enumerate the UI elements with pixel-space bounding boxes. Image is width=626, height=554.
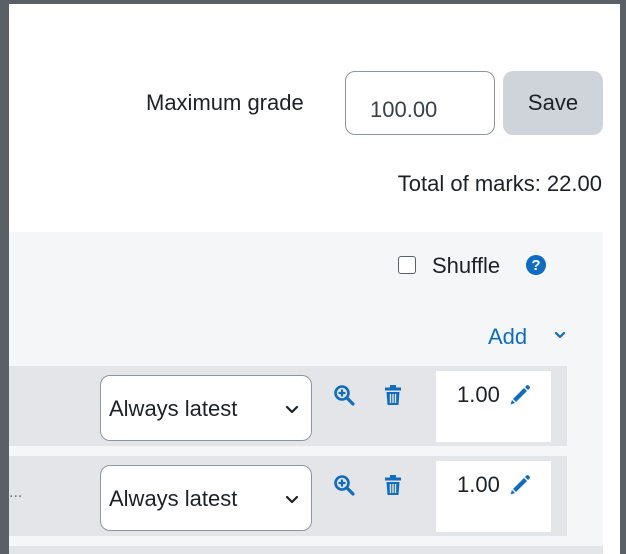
chevron-down-icon[interactable] xyxy=(553,328,567,342)
shuffle-label: Shuffle xyxy=(432,253,501,278)
frame-top-border xyxy=(0,0,626,4)
frame-right-border xyxy=(620,0,626,554)
max-mark-field[interactable]: 1.00 xyxy=(436,371,551,442)
total-of-marks: Total of marks: 22.00 xyxy=(397,171,602,196)
version-select-value: Always latest xyxy=(109,396,238,421)
pencil-icon[interactable] xyxy=(509,384,531,406)
trash-icon[interactable] xyxy=(384,474,402,496)
trash-icon[interactable] xyxy=(384,384,402,406)
version-select-value: Always latest xyxy=(109,486,238,511)
chevron-down-icon xyxy=(285,495,299,504)
save-button[interactable]: Save xyxy=(503,71,603,135)
max-mark-value: 1.00 xyxy=(457,472,500,497)
question-name-truncated: ... xyxy=(9,484,23,501)
magnifier-plus-icon[interactable] xyxy=(333,384,355,406)
frame-left-border xyxy=(0,0,9,554)
question-circle-icon[interactable]: ? xyxy=(526,255,546,275)
max-mark-value: 1.00 xyxy=(457,382,500,407)
maximum-grade-input[interactable] xyxy=(345,71,495,135)
question-slot-row: Always latest 1.00 xyxy=(9,366,567,446)
question-slot-row: ... Always latest 1.00 xyxy=(9,456,567,536)
question-version-select[interactable]: Always latest xyxy=(100,465,312,531)
max-mark-field[interactable]: 1.00 xyxy=(436,461,551,532)
maximum-grade-label: Maximum grade xyxy=(146,90,304,115)
next-slot-row-edge xyxy=(9,546,603,554)
shuffle-checkbox[interactable] xyxy=(398,256,416,274)
pencil-icon[interactable] xyxy=(509,474,531,496)
chevron-down-icon xyxy=(285,405,299,414)
add-menu-link[interactable]: Add xyxy=(488,324,527,350)
magnifier-plus-icon[interactable] xyxy=(333,474,355,496)
question-version-select[interactable]: Always latest xyxy=(100,375,312,441)
